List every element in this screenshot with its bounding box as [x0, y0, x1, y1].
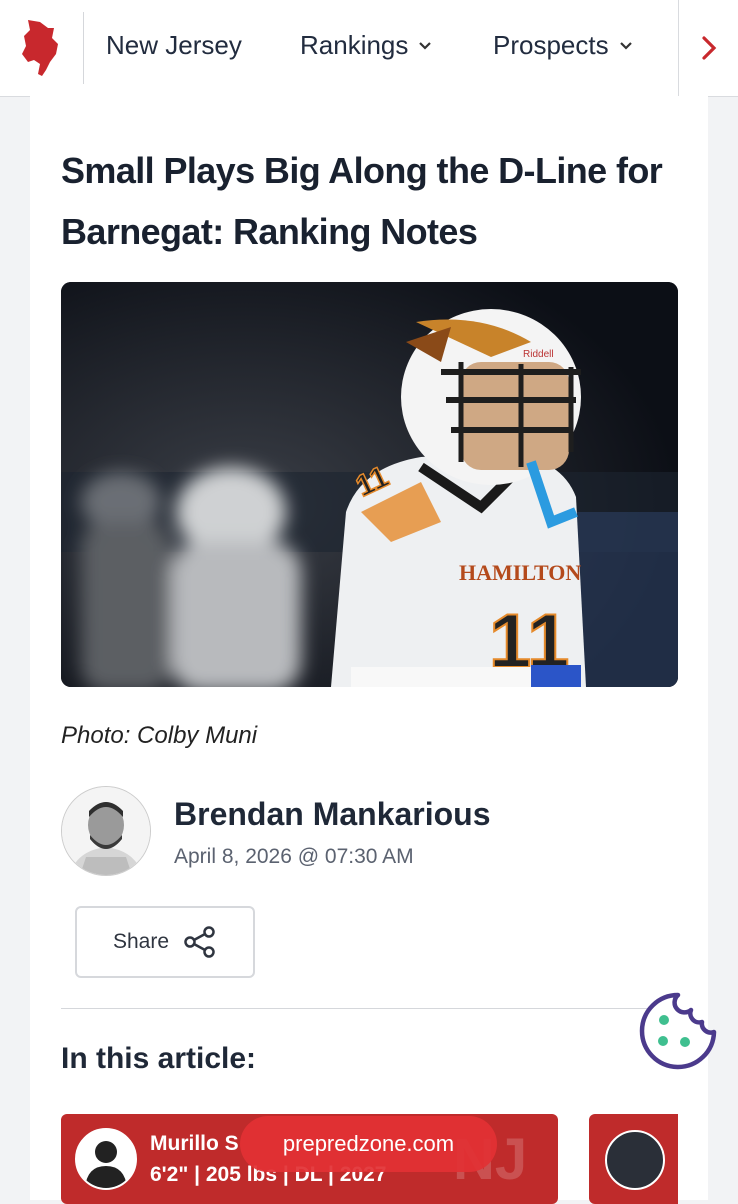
- share-button-label: Share: [112, 930, 170, 953]
- section-divider: [61, 1008, 678, 1009]
- photo-caption: Photo: Colby Muni: [61, 722, 258, 749]
- nav-prospects[interactable]: Prospects: [493, 30, 633, 61]
- nav-prospects-label: Prospects: [493, 30, 609, 60]
- player-card-next[interactable]: [589, 1114, 678, 1204]
- chevron-down-icon: [619, 41, 632, 50]
- headline-line-2: Barnegat: Ranking Notes: [61, 211, 478, 252]
- nav-new-jersey[interactable]: New Jersey: [106, 30, 242, 61]
- helmet-brand-text: Riddell: [523, 349, 554, 360]
- in-this-article-heading: In this article:: [61, 1042, 257, 1075]
- nav-divider: [83, 12, 84, 84]
- football-player-photo: HAMILTON 11 11 Riddell: [61, 282, 678, 687]
- jersey-name-text: HAMILTON: [459, 560, 581, 585]
- author-photo: [62, 787, 150, 875]
- publish-date: April 8, 2026 @ 07:30 AM: [174, 845, 414, 868]
- share-icon: [184, 926, 215, 958]
- author-avatar[interactable]: [61, 786, 151, 876]
- nav-rankings-label: Rankings: [300, 30, 409, 60]
- author-name[interactable]: Brendan Mankarious: [174, 796, 491, 833]
- new-jersey-logo[interactable]: [18, 18, 62, 78]
- nav-rankings[interactable]: Rankings: [300, 30, 432, 61]
- player-name: Murillo S: [150, 1132, 239, 1155]
- top-navigation: New Jersey Rankings Prospects: [0, 0, 738, 97]
- player-avatar: [75, 1128, 137, 1190]
- cookie-icon: [639, 992, 717, 1070]
- headline-line-1: Small Plays Big Along the D-Line for: [61, 150, 663, 191]
- cookie-settings-button[interactable]: [639, 992, 717, 1070]
- nav-new-jersey-label: New Jersey: [106, 30, 242, 60]
- hero-photo[interactable]: HAMILTON 11 11 Riddell: [61, 282, 678, 687]
- player-avatar: [605, 1130, 665, 1190]
- browser-url-pill[interactable]: prepredzone.com: [240, 1116, 497, 1172]
- url-text: prepredzone.com: [282, 1131, 455, 1156]
- article-headline: Small Plays Big Along the D-Line for Bar…: [61, 140, 701, 262]
- person-placeholder-icon: [77, 1130, 135, 1188]
- chevron-right-icon: [702, 36, 717, 60]
- chevron-down-icon: [419, 41, 432, 50]
- nav-scroll-right-button[interactable]: [678, 0, 738, 96]
- share-button[interactable]: Share: [75, 906, 255, 978]
